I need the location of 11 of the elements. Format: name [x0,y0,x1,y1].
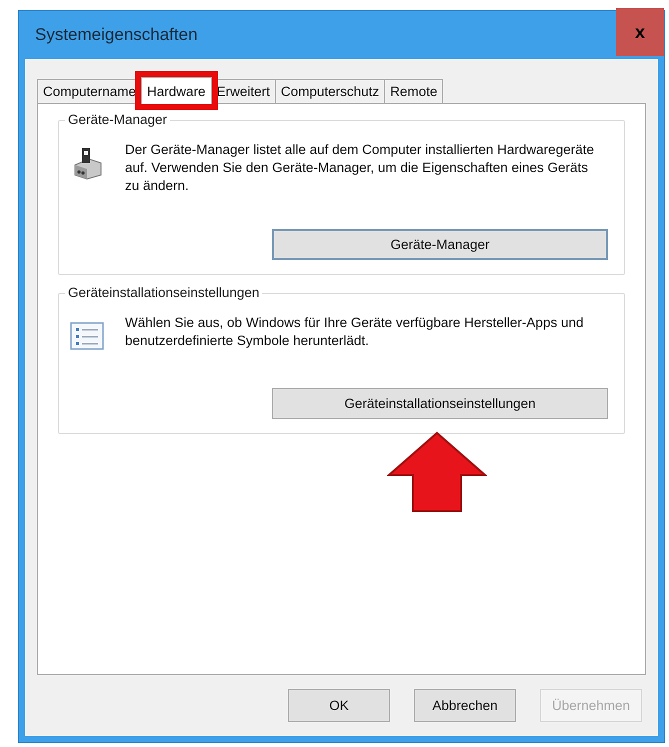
description-text: Der Geräte-Manager listet alle auf dem Computer installierten Hardwaregeräte auf. Verwenden Sie den Geräte-Manager, um die Eigenschaften eines Geräts zu ändern. [125,141,595,195]
group-title: Geräteinstallationseinstellungen [65,285,262,300]
description-text: Wählen Sie aus, ob Windows für Ihre Geräte verfügbare Hersteller-Apps und benutzerdefinierte Symbole herunterlädt. [125,314,584,350]
dialog-button[interactable]: OK [288,689,390,722]
tab[interactable]: Remote [384,79,444,103]
window-title: Systemeigenschaften [35,25,198,45]
settings-button[interactable]: Geräte-Manager [272,229,608,260]
close-button[interactable]: x [616,8,664,56]
group-title: Geräte-Manager [65,112,170,127]
dialog-button[interactable]: Abbrechen [414,689,516,722]
settings-button[interactable]: Geräteinstallationseinstellungen [272,388,608,419]
